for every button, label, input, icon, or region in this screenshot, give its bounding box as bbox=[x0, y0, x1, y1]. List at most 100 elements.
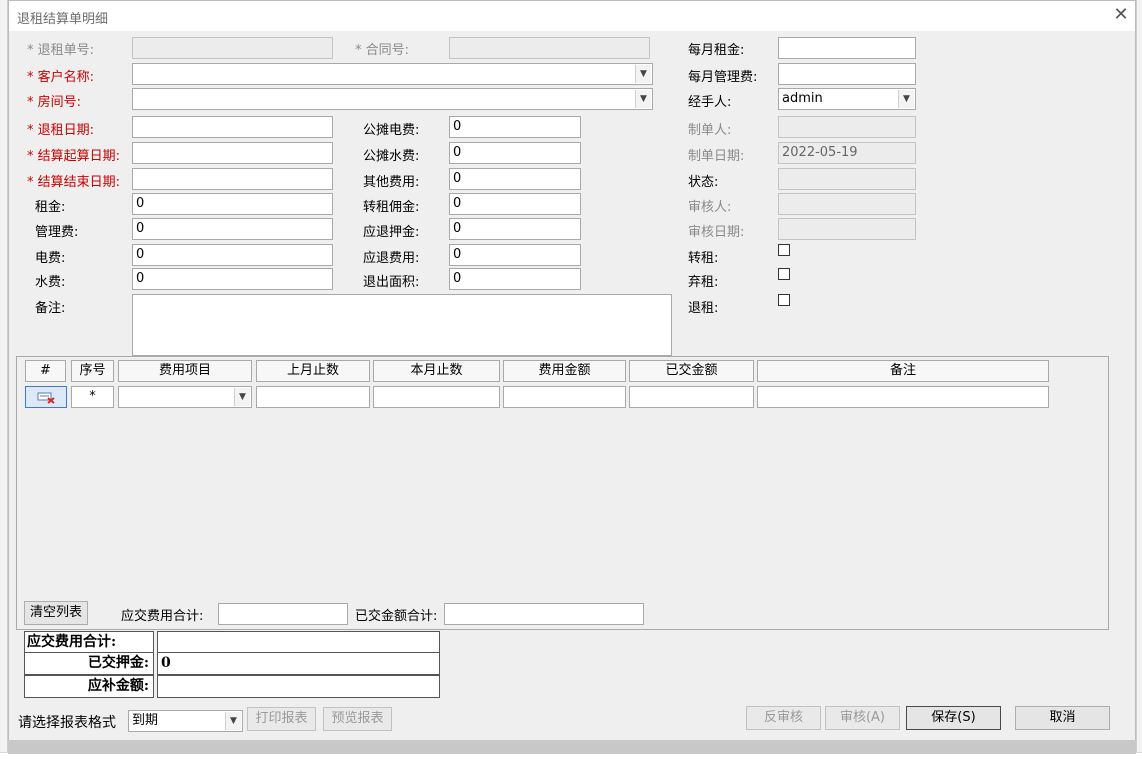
grid-cell-seq: * bbox=[71, 386, 114, 408]
zhuangtai-label: 状态: bbox=[688, 175, 719, 190]
close-icon[interactable]: ✕ bbox=[1111, 5, 1131, 25]
jiesuan-jieshu-label: * 结算结束日期: bbox=[27, 175, 121, 190]
jingshouren-combo[interactable]: admin ▼ bbox=[778, 88, 916, 110]
background-app-edge-right bbox=[1136, 0, 1142, 764]
grid-header-note: 备注 bbox=[757, 360, 1049, 382]
gongtan-dianfei-field[interactable]: 0 bbox=[449, 116, 581, 138]
zujin-label: 租金: bbox=[35, 200, 66, 215]
report-format-label: 请选择报表格式 bbox=[18, 715, 116, 731]
print-report-button[interactable]: 打印报表 bbox=[247, 707, 316, 731]
jiesuan-qishi-field[interactable] bbox=[132, 142, 333, 164]
grid-header-current-reading: 本月止数 bbox=[373, 360, 500, 382]
summary-value-yingjiao bbox=[157, 631, 440, 654]
delete-row-button[interactable] bbox=[25, 386, 67, 408]
zhidanren-label: 制单人: bbox=[688, 123, 732, 138]
guanlifei-field[interactable]: 0 bbox=[132, 218, 333, 240]
zhuanzu-checkbox[interactable] bbox=[778, 244, 790, 256]
jingshouren-label: 经手人: bbox=[688, 95, 732, 110]
jiesuan-jieshu-field[interactable] bbox=[132, 168, 333, 190]
zhuanzu-yongjin-field[interactable]: 0 bbox=[449, 193, 581, 215]
gongtan-dianfei-label: 公摊电费: bbox=[363, 123, 420, 138]
grid-cell-last-reading[interactable] bbox=[256, 386, 370, 408]
tuizu-riqi-field[interactable] bbox=[132, 116, 333, 138]
zhuanzu-label: 转租: bbox=[688, 251, 719, 266]
report-format-value: 到期 bbox=[132, 713, 159, 728]
grid-cell-amount[interactable] bbox=[503, 386, 626, 408]
hetong-hao-label: * 合同号: bbox=[355, 43, 410, 58]
yijiao-total-label: 已交金额合计: bbox=[355, 609, 438, 624]
tuizu-danhao-label: * 退租单号: bbox=[27, 43, 95, 58]
grid-header-seq: 序号 bbox=[71, 360, 114, 382]
yingtui-feiyong-field[interactable]: 0 bbox=[449, 244, 581, 266]
beizhu-label: 备注: bbox=[35, 301, 66, 316]
grid-cell-current-reading[interactable] bbox=[373, 386, 500, 408]
grid-cell-note[interactable] bbox=[757, 386, 1049, 408]
yijiao-total-field[interactable] bbox=[444, 603, 644, 625]
chevron-down-icon[interactable]: ▼ bbox=[225, 712, 241, 730]
grid-header-last-reading: 上月止数 bbox=[256, 360, 370, 382]
summary-value-yajin: 0 bbox=[157, 652, 440, 675]
gongtan-shuifei-label: 公摊水费: bbox=[363, 149, 420, 164]
status-bar bbox=[8, 740, 1136, 754]
grid-header-item: 费用项目 bbox=[118, 360, 252, 382]
zhidanren-field[interactable] bbox=[778, 116, 916, 138]
zhidan-riqi-label: 制单日期: bbox=[688, 149, 745, 164]
save-button[interactable]: 保存(S) bbox=[906, 706, 1001, 730]
grid-cell-item-combo[interactable]: ▼ bbox=[118, 386, 252, 408]
dianfei-field[interactable]: 0 bbox=[132, 244, 333, 266]
summary-value-yingbu bbox=[157, 675, 440, 698]
title-bar: 退租结算单明细 ✕ bbox=[9, 1, 1135, 31]
dianfei-label: 电费: bbox=[35, 251, 66, 266]
preview-report-button[interactable]: 预览报表 bbox=[323, 707, 392, 731]
meiyue-zujin-field[interactable] bbox=[778, 37, 916, 59]
chevron-down-icon[interactable]: ▼ bbox=[898, 90, 914, 108]
beizhu-textarea[interactable] bbox=[132, 294, 672, 356]
kehu-mingcheng-label: * 客户名称: bbox=[27, 70, 95, 85]
grid-header-paid: 已交金额 bbox=[629, 360, 754, 382]
tuizu-danhao-field[interactable] bbox=[132, 37, 333, 59]
tuizu-checkbox[interactable] bbox=[778, 294, 790, 306]
summary-label-yingjiao: 应交费用合计: bbox=[24, 631, 154, 654]
zhuangtai-field[interactable] bbox=[778, 168, 916, 190]
gongtan-shuifei-field[interactable]: 0 bbox=[449, 142, 581, 164]
fangjian-hao-label: * 房间号: bbox=[27, 95, 82, 110]
report-format-select[interactable]: 到期 ▼ bbox=[128, 710, 243, 732]
chevron-down-icon[interactable]: ▼ bbox=[635, 90, 651, 108]
hetong-hao-field[interactable] bbox=[449, 37, 650, 59]
chevron-down-icon[interactable]: ▼ bbox=[635, 65, 651, 83]
grid-cell-paid[interactable] bbox=[629, 386, 754, 408]
summary-label-yingbu: 应补金额: bbox=[24, 675, 154, 698]
dialog-title: 退租结算单明细 bbox=[17, 12, 109, 27]
clear-list-button[interactable]: 清空列表 bbox=[24, 601, 88, 625]
chevron-down-icon[interactable]: ▼ bbox=[234, 388, 250, 406]
meiyue-zujin-label: 每月租金: bbox=[688, 43, 745, 58]
grid-header-hash: # bbox=[25, 360, 66, 382]
qizu-checkbox[interactable] bbox=[778, 268, 790, 280]
audit-button[interactable]: 审核(A) bbox=[825, 706, 900, 730]
yingjiao-total-field[interactable] bbox=[218, 603, 348, 625]
cancel-button[interactable]: 取消 bbox=[1015, 706, 1110, 730]
shenhe-riqi-label: 审核日期: bbox=[688, 225, 745, 240]
qizu-label: 弃租: bbox=[688, 275, 719, 290]
tuichu-mianji-field[interactable]: 0 bbox=[449, 268, 581, 290]
jiesuan-qishi-label: * 结算起算日期: bbox=[27, 149, 121, 164]
meiyue-guanlifei-field[interactable] bbox=[778, 63, 916, 85]
tuichu-mianji-label: 退出面积: bbox=[363, 275, 420, 290]
shuifei-field[interactable]: 0 bbox=[132, 268, 333, 290]
delete-row-icon bbox=[37, 392, 55, 404]
zujin-field[interactable]: 0 bbox=[132, 193, 333, 215]
shenhe-riqi-field[interactable] bbox=[778, 218, 916, 240]
yingtui-yajin-label: 应退押金: bbox=[363, 225, 420, 240]
unaudit-button[interactable]: 反审核 bbox=[746, 706, 821, 730]
yingtui-yajin-field[interactable]: 0 bbox=[449, 218, 581, 240]
qita-feiyong-field[interactable]: 0 bbox=[449, 168, 581, 190]
summary-label-yajin: 已交押金: bbox=[24, 652, 154, 675]
shuifei-label: 水费: bbox=[35, 275, 66, 290]
shenheren-field[interactable] bbox=[778, 193, 916, 215]
zhuanzu-yongjin-label: 转租佣金: bbox=[363, 200, 420, 215]
fangjian-hao-combo[interactable]: ▼ bbox=[132, 88, 653, 110]
zhidan-riqi-field[interactable]: 2022-05-19 bbox=[778, 142, 916, 164]
kehu-mingcheng-combo[interactable]: ▼ bbox=[132, 63, 653, 85]
yingjiao-total-label: 应交费用合计: bbox=[121, 609, 204, 624]
tuizu-label: 退租: bbox=[688, 301, 719, 316]
